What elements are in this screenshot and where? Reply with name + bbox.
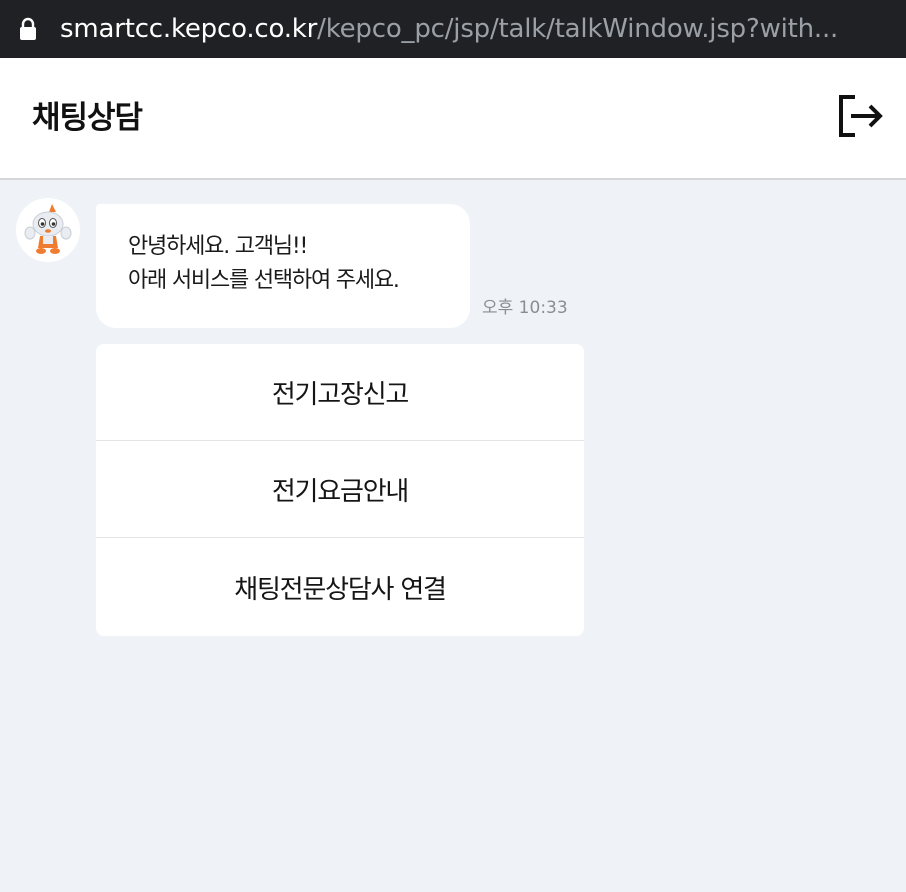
message-line-2: 아래 서비스를 선택하여 주세요. — [128, 268, 400, 293]
browser-address-bar[interactable]: smartcc.kepco.co.kr/kepco_pc/jsp/talk/ta… — [0, 0, 906, 58]
message-timestamp: 오후 10:33 — [482, 298, 568, 318]
mascot-icon — [16, 198, 80, 262]
message-line-1: 안녕하세요. 고객님!! — [128, 234, 308, 259]
url-domain: smartcc.kepco.co.kr — [60, 14, 318, 44]
menu-item-connect-agent[interactable]: 채팅전문상담사 연결 — [96, 538, 584, 636]
url-text: smartcc.kepco.co.kr/kepco_pc/jsp/talk/ta… — [60, 14, 838, 44]
chat-area: 안녕하세요. 고객님!! 아래 서비스를 선택하여 주세요. 오후 10:33 … — [0, 180, 906, 892]
url-path: /kepco_pc/jsp/talk/talkWindow.jsp?with..… — [317, 14, 839, 44]
bot-message-bubble: 안녕하세요. 고객님!! 아래 서비스를 선택하여 주세요. — [96, 204, 470, 328]
lock-icon — [18, 16, 38, 42]
page-title: 채팅상담 — [32, 100, 143, 136]
exit-button[interactable] — [836, 94, 884, 138]
service-menu: 전기고장신고 전기요금안내 채팅전문상담사 연결 — [96, 344, 584, 636]
bot-avatar — [16, 198, 80, 262]
menu-item-electricity-bill-info[interactable]: 전기요금안내 — [96, 441, 584, 538]
menu-item-power-outage-report[interactable]: 전기고장신고 — [96, 344, 584, 441]
logout-icon — [839, 95, 883, 137]
chat-header: 채팅상담 — [0, 58, 906, 180]
